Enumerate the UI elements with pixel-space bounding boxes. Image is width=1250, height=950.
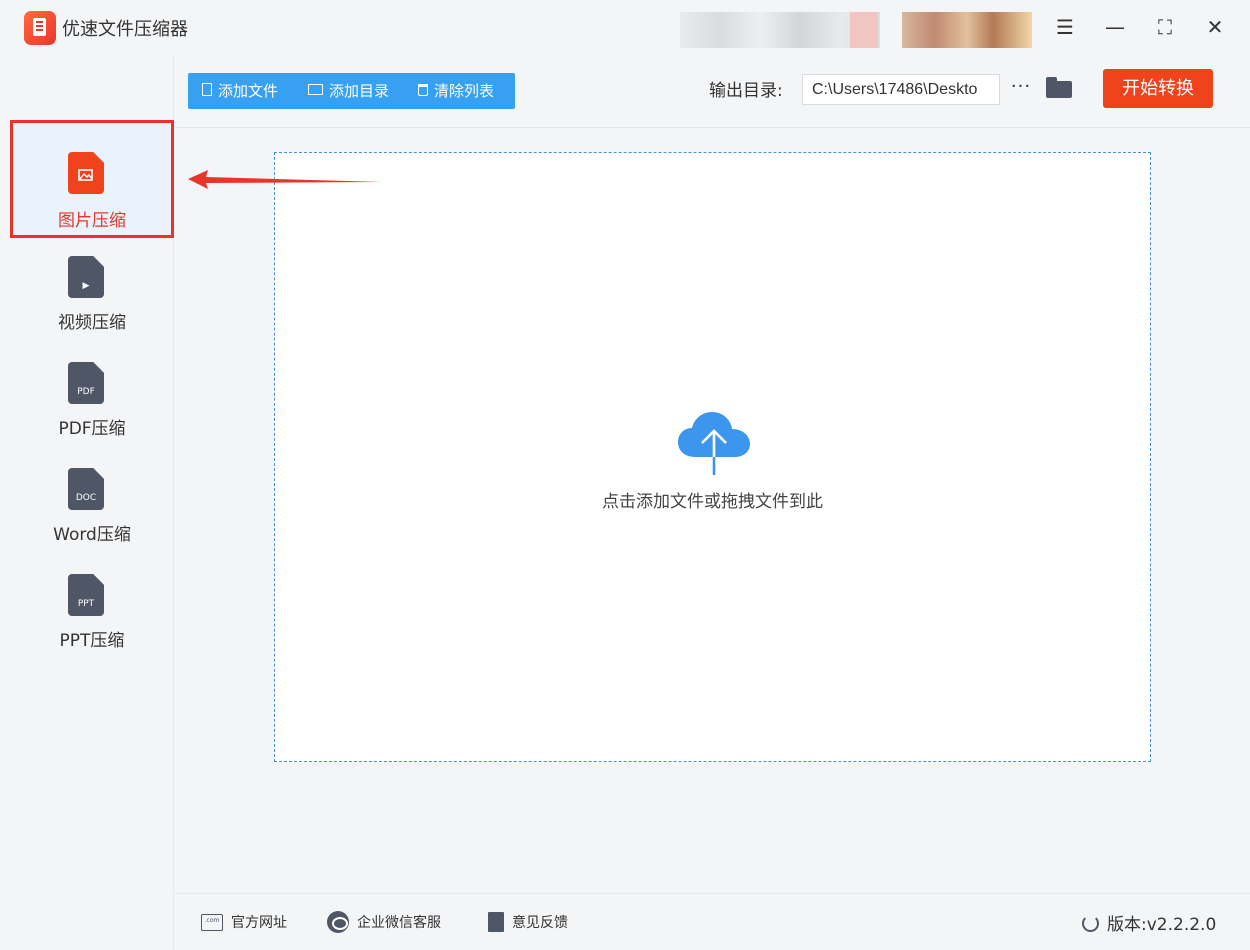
ppt-file-icon: PPT — [68, 574, 104, 616]
website-link[interactable]: .com 官方网址 — [201, 912, 287, 934]
file-drop-zone[interactable]: 点击添加文件或拖拽文件到此 — [274, 152, 1151, 762]
blurred-user-info — [902, 12, 1032, 48]
sidebar-item-image-compress[interactable]: 图片压缩 — [10, 120, 174, 238]
sidebar-item-label: PPT压缩 — [59, 631, 125, 651]
annotation-arrow-icon — [188, 170, 382, 189]
clear-list-button[interactable]: 清除列表 — [418, 73, 494, 109]
sidebar: 图片压缩 ▶ 视频压缩 PDF PDF压缩 DOC Word压缩 PPT PPT… — [0, 56, 174, 950]
wechat-support-link[interactable]: 企业微信客服 — [327, 911, 441, 934]
minimize-icon[interactable]: — — [1095, 10, 1135, 44]
sidebar-item-pdf-compress[interactable]: PDF PDF压缩 — [10, 332, 174, 450]
close-icon[interactable]: ✕ — [1195, 10, 1235, 44]
output-dir-field[interactable]: C:\Users\17486\Deskto — [802, 74, 1000, 105]
sidebar-item-word-compress[interactable]: DOC Word压缩 — [10, 438, 174, 556]
feedback-link[interactable]: 意见反馈 — [488, 912, 568, 934]
sidebar-item-video-compress[interactable]: ▶ 视频压缩 — [10, 226, 174, 344]
app-title: 优速文件压缩器 — [62, 19, 188, 40]
more-options-icon[interactable]: ··· — [1008, 74, 1034, 102]
menu-icon[interactable]: ☰ — [1045, 10, 1085, 44]
cloud-upload-icon — [678, 412, 750, 475]
file-icon — [202, 83, 212, 96]
sidebar-item-ppt-compress[interactable]: PPT PPT压缩 — [10, 544, 174, 662]
blurred-avatar — [850, 12, 878, 48]
refresh-icon — [1082, 914, 1099, 932]
pdf-file-icon: PDF — [68, 362, 104, 404]
footer-bar: .com 官方网址 企业微信客服 意见反馈 版本:v2.2.2.0 — [175, 893, 1250, 950]
start-convert-button[interactable]: 开始转换 — [1103, 69, 1213, 108]
title-bar: 优速文件压缩器 ☰ — ⛶ ✕ — [0, 0, 1250, 56]
add-file-button[interactable]: 添加文件 — [202, 73, 278, 109]
chat-icon — [327, 911, 349, 933]
sidebar-item-label: 视频压缩 — [58, 313, 126, 333]
maximize-icon[interactable]: ⛶ — [1145, 10, 1185, 44]
version-info[interactable]: 版本:v2.2.2.0 — [1082, 910, 1216, 935]
web-icon: .com — [201, 913, 223, 931]
video-file-icon: ▶ — [68, 256, 104, 298]
add-folder-button[interactable]: 添加目录 — [308, 73, 389, 109]
folder-icon — [308, 84, 323, 95]
open-folder-icon[interactable] — [1046, 77, 1072, 98]
file-toolbar: 添加文件 添加目录 清除列表 — [188, 73, 515, 109]
toolbar-divider — [175, 127, 1250, 128]
app-logo-icon — [24, 11, 56, 45]
doc-file-icon: DOC — [68, 468, 104, 510]
sidebar-item-label: Word压缩 — [53, 525, 131, 545]
output-dir-label: 输出目录: — [709, 81, 783, 101]
sidebar-item-label: PDF压缩 — [58, 419, 126, 439]
image-file-icon — [68, 152, 104, 194]
trash-icon — [418, 83, 428, 96]
drop-hint-text: 点击添加文件或拖拽文件到此 — [602, 492, 823, 512]
feedback-icon — [488, 912, 504, 932]
